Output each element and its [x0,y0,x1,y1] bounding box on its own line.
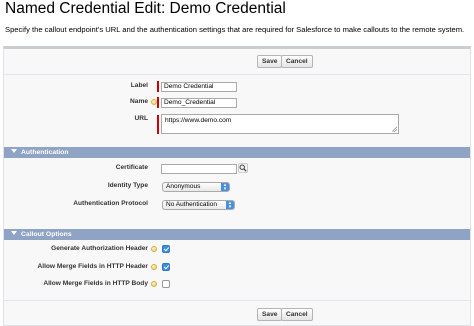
allow-merge-body-checkbox[interactable] [162,280,170,288]
collapse-triangle-icon [11,149,17,153]
cancel-button-bottom[interactable]: Cancel [281,308,313,321]
label-input[interactable]: Demo Credential [161,82,237,92]
name-field-label: Name [130,98,148,105]
url-field-label: URL [134,115,148,122]
generate-auth-header-checkbox[interactable] [162,245,170,253]
identity-type-label: Identity Type [107,182,148,189]
generate-auth-header-label: Generate Authorization Header [51,245,148,252]
callout-options-section-header[interactable]: Callout Options [4,229,470,240]
help-icon[interactable] [151,246,157,252]
updown-arrows-icon: ▴ ▾ [221,183,229,192]
resize-handle-icon[interactable] [392,127,397,132]
identity-type-value: Anonymous [166,183,201,190]
allow-merge-body-label: Allow Merge Fields in HTTP Body [43,280,148,287]
divider [4,74,470,75]
cancel-button-top[interactable]: Cancel [281,55,313,68]
help-icon[interactable] [151,281,157,287]
page-title: Named Credential Edit: Demo Credential [5,0,286,17]
identity-type-select[interactable]: Anonymous ▴ ▾ [162,182,230,192]
certificate-input[interactable] [161,164,237,174]
url-value: https://www.demo.com [165,117,232,124]
updown-arrows-icon: ▴ ▾ [226,201,234,210]
name-input[interactable]: Demo_Credential [161,98,237,108]
lookup-icon[interactable] [238,163,248,173]
save-button-top[interactable]: Save [257,55,283,68]
url-textarea[interactable]: https://www.demo.com [161,114,399,134]
allow-merge-header-checkbox[interactable] [162,263,170,271]
callout-options-section-title: Callout Options [21,231,72,238]
page-description: Specify the callout endpoint's URL and t… [5,25,465,34]
required-indicator [157,81,159,92]
certificate-label: Certificate [115,164,148,171]
required-indicator [157,97,159,108]
help-icon[interactable] [151,99,157,105]
auth-protocol-value: No Authentication [166,201,217,208]
divider [4,300,470,301]
required-indicator [157,115,159,134]
auth-protocol-label: Authentication Protocol [73,200,148,207]
collapse-triangle-icon [11,231,17,235]
auth-protocol-select[interactable]: No Authentication ▴ ▾ [162,200,235,210]
allow-merge-header-label: Allow Merge Fields in HTTP Header [37,263,148,270]
edit-panel: Save Cancel Label Demo Credential Name D… [3,46,471,326]
save-button-bottom[interactable]: Save [257,308,283,321]
authentication-section-header[interactable]: Authentication [4,147,470,158]
label-field-label: Label [130,82,148,89]
authentication-section-title: Authentication [21,149,69,156]
help-icon[interactable] [151,264,157,270]
